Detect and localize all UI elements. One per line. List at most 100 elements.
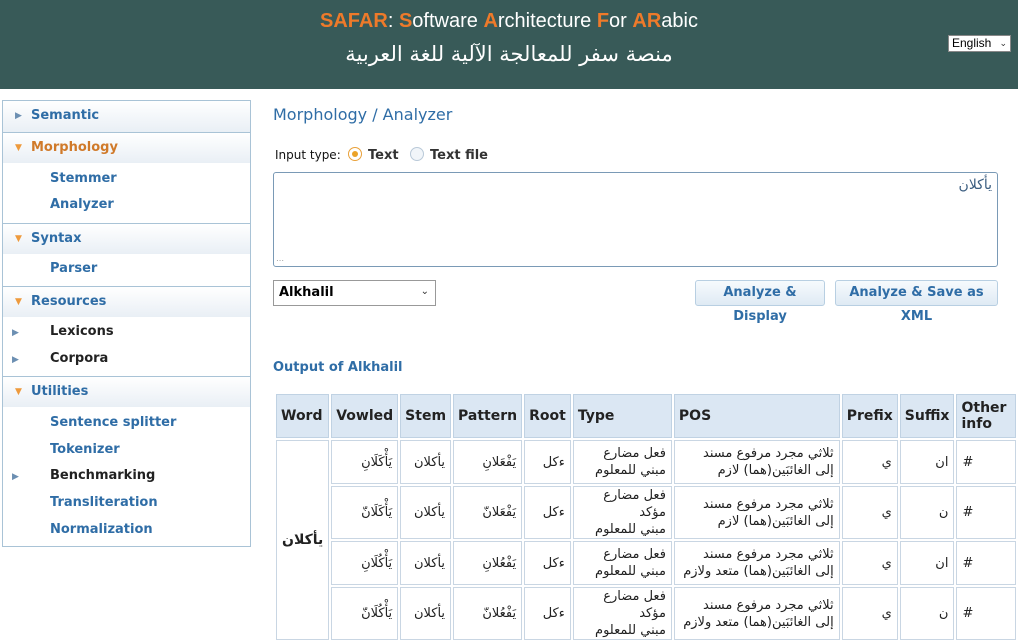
triangle-right-icon: ▶ [12,472,19,482]
radio-text-file[interactable] [410,147,424,161]
radio-text-label[interactable]: Text [368,148,399,163]
sidebar-item-normalization[interactable]: Normalization [50,522,153,537]
triangle-down-icon: ▼ [15,297,22,307]
header-prefix: Prefix [841,394,898,438]
pos-line2: إلى الغائبَين(هما) متعد ولازم [683,564,834,579]
vowled-cell: يَأْكَلَانّ [331,486,399,539]
sidebar-item-transliteration[interactable]: Transliteration [50,495,158,510]
type-cell: فعل مضارع مبني للمعلوم [572,541,672,585]
sidebar: ▶ Semantic ▼ Morphology Stemmer Analyzer… [2,100,251,547]
sidebar-item-lexicons[interactable]: Lexicons [50,324,114,339]
header-other-info: Other info [956,394,1016,438]
type-line2: مبني للمعلوم [595,463,666,478]
prefix-cell: ي [841,486,898,539]
sidebar-section-resources[interactable]: ▼ Resources [3,286,250,317]
suffix-cell: ن [899,486,955,539]
pos-line1: ثلاثي مجرد مرفوع مسند [703,446,834,461]
input-textarea[interactable]: يأكلان ⋯ [273,172,998,267]
title-part: S [398,10,413,32]
prefix-cell: ي [841,440,898,484]
pos-line1: ثلاثي مجرد مرفوع مسند [703,496,834,512]
table-header-row: Word Vowled Stem Pattern Root Type POS P… [276,394,1016,438]
pos-line2: إلى الغائبَين(هما) متعد ولازم [683,614,834,630]
header-suffix: Suffix [899,394,955,438]
stem-cell: يأكلان [400,486,452,539]
chevron-down-icon: ⌄ [999,38,1007,48]
triangle-down-icon: ▼ [15,234,22,244]
sidebar-section-utilities[interactable]: ▼ Utilities [3,376,250,407]
language-select[interactable]: English ⌄ [948,35,1011,52]
title-part: A [483,10,498,32]
pos-cell: ثلاثي مجرد مرفوع مسند إلى الغائبَين(هما) … [673,587,840,640]
pos-cell: ثلاثي مجرد مرفوع مسند إلى الغائبَين(هما) … [673,486,840,539]
sidebar-section-syntax[interactable]: ▼ Syntax [3,223,250,254]
resize-grip-icon[interactable]: ⋯ [276,256,284,265]
analyze-save-xml-button[interactable]: Analyze & Save as XML [835,280,998,324]
analyze-display-button[interactable]: Analyze & Display [695,280,825,324]
suffix-cell: ان [899,541,955,585]
triangle-right-icon: ▶ [12,328,19,338]
title-part: or [609,10,633,32]
root-cell: ءكل [524,541,571,585]
chevron-down-icon: ⌄ [420,286,429,297]
stem-cell: يأكلان [400,440,452,484]
root-cell: ءكل [524,440,571,484]
triangle-down-icon: ▼ [15,387,22,397]
page-title: Morphology / Analyzer [273,105,453,124]
sidebar-section-label: Resources [31,294,107,309]
output-title: Output of Alkhalil [273,360,403,375]
pattern-cell: يَفْعُلانّ [453,587,523,640]
sidebar-item-sentence-splitter[interactable]: Sentence splitter [50,415,176,430]
header-word: Word [276,394,330,438]
title-part: rchitecture [497,10,597,32]
pos-cell: ثلاثي مجرد مرفوع مسند إلى الغائبَين(هما) … [673,541,840,585]
site-header: SAFAR: Software Architecture For ARabic … [0,0,1018,89]
sidebar-section-semantic[interactable]: ▶ Semantic [3,101,250,132]
type-cell: فعل مضارع مبني للمعلوم [572,440,672,484]
radio-text[interactable] [348,147,362,161]
pos-line1: ثلاثي مجرد مرفوع مسند [703,597,834,613]
analyzer-select[interactable]: Alkhalil ⌄ [273,280,436,306]
stem-cell: يأكلان [400,587,452,640]
sidebar-item-parser[interactable]: Parser [50,261,97,276]
header-type: Type [572,394,672,438]
title-part: AR [632,10,662,32]
language-value: English [952,36,992,50]
other-info-cell: # [956,440,1016,484]
sidebar-item-corpora[interactable]: Corpora [50,351,108,366]
title-part: : [387,10,399,32]
analyzer-select-value: Alkhalil [279,285,334,300]
header-root: Root [524,394,571,438]
other-info-cell: # [956,541,1016,585]
other-info-cell: # [956,486,1016,539]
prefix-cell: ي [841,587,898,640]
sidebar-item-analyzer[interactable]: Analyzer [50,197,114,212]
sidebar-item-tokenizer[interactable]: Tokenizer [50,442,120,457]
pos-line2: إلى الغائبَين(هما) لازم [717,463,834,478]
stem-cell: يأكلان [400,541,452,585]
other-info-cell: # [956,587,1016,640]
pattern-cell: يَفْعَلانِ [453,440,523,484]
input-type-label: Input type: [275,148,341,162]
pos-cell: ثلاثي مجرد مرفوع مسند إلى الغائبَين(هما) … [673,440,840,484]
table-row: يَأْكُلَانِ يأكلان يَفْعُلانِ ءكل فعل مض… [276,541,1016,585]
sidebar-item-stemmer[interactable]: Stemmer [50,171,117,186]
root-cell: ءكل [524,587,571,640]
triangle-right-icon: ▶ [15,111,22,121]
word-cell: يأكلان [276,440,330,640]
title-part: oftware [412,10,484,32]
title-part: F [596,10,610,32]
radio-text-file-label[interactable]: Text file [430,148,488,163]
site-subtitle: منصة سفر للمعالجة الآلية للغة العربية [345,42,673,66]
header-pattern: Pattern [453,394,523,438]
type-line1: فعل مضارع مؤكد [603,589,666,621]
triangle-down-icon: ▼ [15,143,22,153]
suffix-cell: ن [899,587,955,640]
suffix-cell: ان [899,440,955,484]
header-other-line2: info [961,416,992,432]
type-line1: فعل مضارع مؤكد [603,488,666,520]
sidebar-section-morphology[interactable]: ▼ Morphology [3,132,250,163]
sidebar-item-benchmarking[interactable]: Benchmarking [50,468,155,483]
type-line2: مبني للمعلوم [595,623,666,638]
table-row: يَأْكَلَانّ يأكلان يَفْعَلانّ ءكل فعل مض… [276,486,1016,539]
